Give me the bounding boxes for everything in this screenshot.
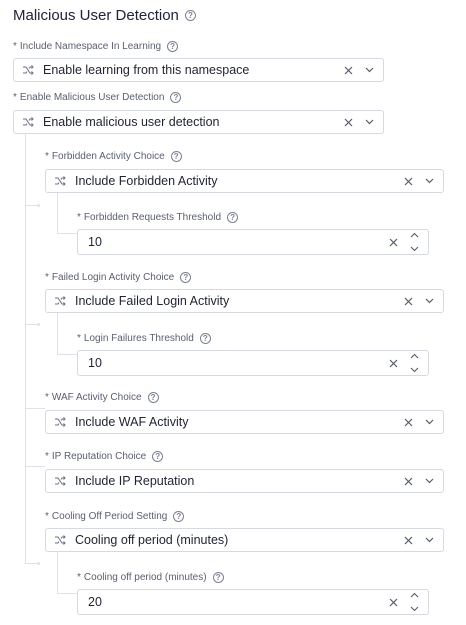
waf-choice-select[interactable]: Include WAF Activity — [45, 410, 444, 434]
help-icon[interactable]: ? — [167, 41, 179, 52]
cooling-setting-label: * Cooling Off Period Setting ? — [45, 511, 185, 522]
chevron-up-icon[interactable] — [410, 353, 419, 359]
help-icon[interactable]: ? — [180, 272, 192, 283]
tree-dot — [37, 323, 40, 326]
forbidden-threshold-label: * Forbidden Requests Threshold ? — [77, 212, 239, 223]
tree-line-main — [25, 134, 26, 564]
ip-reputation-label: * IP Reputation Choice ? — [45, 451, 164, 462]
close-icon[interactable] — [389, 359, 398, 368]
tree-line-sub — [57, 193, 58, 233]
help-icon[interactable]: ? — [212, 572, 224, 583]
ip-reputation-select[interactable]: Include IP Reputation — [45, 469, 444, 493]
shuffle-icon — [55, 417, 66, 427]
chevron-down-icon[interactable] — [425, 178, 434, 184]
malicious-detection-label: * Enable Malicious User Detection ? — [13, 92, 182, 103]
chevron-down-icon[interactable] — [410, 606, 419, 612]
cooling-period-label: * Cooling off period (minutes) ? — [77, 572, 224, 583]
help-icon[interactable]: ? — [170, 151, 182, 162]
shuffle-icon — [55, 296, 66, 306]
help-icon[interactable]: ? — [147, 392, 159, 403]
tree-dot — [37, 562, 40, 565]
tree-branch — [57, 593, 77, 594]
close-icon[interactable] — [404, 536, 413, 545]
shuffle-icon — [23, 65, 34, 75]
namespace-learning-select[interactable]: Enable learning from this namespace — [13, 58, 384, 82]
close-icon[interactable] — [404, 477, 413, 486]
forbidden-choice-label: * Forbidden Activity Choice ? — [45, 151, 182, 162]
forbidden-threshold-input[interactable]: 10 — [77, 229, 429, 255]
shuffle-icon — [55, 535, 66, 545]
help-icon[interactable]: ? — [173, 511, 185, 522]
close-icon[interactable] — [344, 118, 353, 127]
tree-branch — [25, 563, 37, 564]
tree-branch — [25, 205, 37, 206]
failed-login-choice-select[interactable]: Include Failed Login Activity — [45, 289, 444, 313]
cooling-period-value[interactable]: 20 — [78, 595, 389, 609]
login-threshold-label: * Login Failures Threshold ? — [77, 333, 211, 344]
waf-choice-label: * WAF Activity Choice ? — [45, 392, 159, 403]
tree-branch — [57, 354, 77, 355]
chevron-down-icon[interactable] — [410, 246, 419, 252]
forbidden-choice-select[interactable]: Include Forbidden Activity — [45, 169, 444, 193]
chevron-up-icon[interactable] — [410, 232, 419, 238]
close-icon[interactable] — [344, 66, 353, 75]
help-icon[interactable]: ? — [170, 92, 182, 103]
number-stepper[interactable] — [408, 592, 420, 612]
namespace-learning-label: * Include Namespace In Learning ? — [13, 41, 179, 52]
tree-line-sub — [57, 552, 58, 593]
shuffle-icon — [55, 176, 66, 186]
chevron-down-icon[interactable] — [425, 537, 434, 543]
chevron-down-icon[interactable] — [425, 298, 434, 304]
tree-branch — [57, 233, 77, 234]
chevron-down-icon[interactable] — [425, 419, 434, 425]
close-icon[interactable] — [404, 177, 413, 186]
shuffle-icon — [55, 476, 66, 486]
close-icon[interactable] — [389, 598, 398, 607]
help-icon[interactable]: ? — [199, 333, 211, 344]
help-icon[interactable]: ? — [152, 451, 164, 462]
help-icon[interactable]: ? — [184, 10, 196, 21]
forbidden-threshold-value[interactable]: 10 — [78, 235, 389, 249]
cooling-setting-select[interactable]: Cooling off period (minutes) — [45, 528, 444, 552]
tree-branch — [25, 408, 45, 409]
tree-branch — [25, 324, 37, 325]
chevron-down-icon[interactable] — [365, 119, 374, 125]
page-title: Malicious User Detection ? — [13, 7, 196, 24]
close-icon[interactable] — [389, 238, 398, 247]
close-icon[interactable] — [404, 297, 413, 306]
number-stepper[interactable] — [408, 353, 420, 373]
help-icon[interactable]: ? — [227, 212, 239, 223]
shuffle-icon — [23, 117, 34, 127]
malicious-detection-select[interactable]: Enable malicious user detection — [13, 110, 384, 134]
tree-dot — [37, 204, 40, 207]
close-icon[interactable] — [404, 418, 413, 427]
failed-login-choice-label: * Failed Login Activity Choice ? — [45, 272, 192, 283]
login-threshold-input[interactable]: 10 — [77, 350, 429, 376]
number-stepper[interactable] — [408, 232, 420, 252]
chevron-up-icon[interactable] — [410, 592, 419, 598]
tree-line-sub — [57, 313, 58, 354]
tree-branch — [25, 466, 45, 467]
login-threshold-value[interactable]: 10 — [78, 356, 389, 370]
chevron-down-icon[interactable] — [410, 367, 419, 373]
cooling-period-input[interactable]: 20 — [77, 589, 429, 615]
page-title-text: Malicious User Detection — [13, 7, 179, 24]
chevron-down-icon[interactable] — [425, 478, 434, 484]
chevron-down-icon[interactable] — [365, 67, 374, 73]
